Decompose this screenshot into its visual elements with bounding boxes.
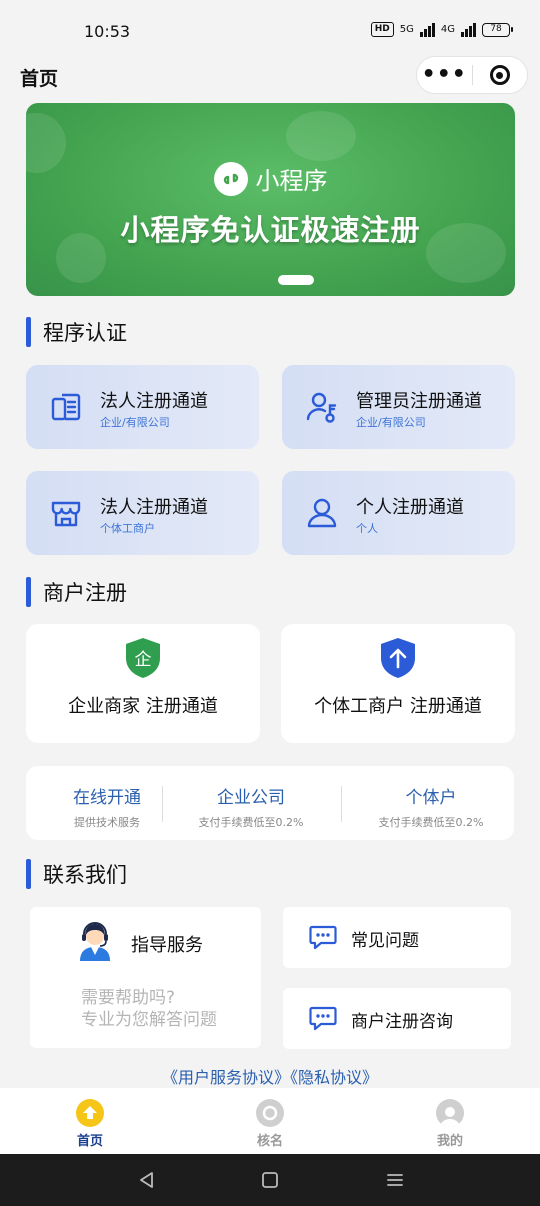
mini-program-logo-icon [213, 161, 248, 196]
target-circle-icon [489, 65, 510, 85]
auth-card-admin-enterprise[interactable]: 管理员注册通道 企业/有限公司 [282, 365, 515, 449]
guide-answer-line: 专业为您解答问题 [81, 1010, 217, 1030]
merchant-card-label: 企业商家 注册通道 [68, 696, 218, 717]
back-triangle-icon[interactable] [136, 1169, 158, 1191]
auth-card-legal-enterprise[interactable]: 法人注册通道 企业/有限公司 [26, 365, 259, 449]
auth-card-subtitle: 企业/有限公司 [100, 416, 170, 429]
auth-card-title: 管理员注册通道 [356, 391, 482, 412]
network-5g-label: 5G [399, 24, 414, 35]
auth-card-title: 法人注册通道 [100, 391, 208, 412]
merchant-consult-card[interactable]: 商户注册咨询 [283, 988, 511, 1049]
tab-label: 我的 [436, 1134, 463, 1149]
merchant-card-label: 个体工商户 注册通道 [314, 696, 482, 717]
section-accent-bar [26, 317, 31, 347]
banner-brand-label: 小程序 [255, 167, 328, 195]
feature-subtitle: 支付手续费低至0.2% [198, 816, 304, 829]
auth-card-subtitle: 个体工商户 [100, 522, 155, 535]
carousel-indicator [278, 275, 314, 285]
guide-service-description: 需要帮助吗? 专业为您解答问题 [81, 987, 217, 1031]
auth-card-subtitle: 企业/有限公司 [356, 416, 426, 429]
section-title-contact: 联系我们 [26, 859, 127, 889]
home-tab-icon [76, 1099, 104, 1127]
section-accent-bar [26, 859, 31, 889]
section-accent-bar [26, 577, 31, 607]
merchant-consult-label: 商户注册咨询 [351, 1012, 453, 1032]
section-title-auth: 程序认证 [26, 317, 127, 347]
auth-card-personal[interactable]: 个人注册通道 个人 [282, 471, 515, 555]
feature-divider [341, 786, 342, 822]
status-bar: 10:53 HD 5G 4G 78 [0, 0, 540, 60]
building-doc-icon [51, 393, 81, 421]
section-title-text: 程序认证 [43, 321, 127, 345]
section-title-merchant: 商户注册 [26, 577, 127, 607]
feature-title: 在线开通 [73, 788, 141, 808]
guide-service-title: 指导服务 [131, 935, 203, 956]
tab-home[interactable]: 首页 [0, 1088, 180, 1154]
auth-card-title: 法人注册通道 [100, 497, 208, 518]
faq-label: 常见问题 [351, 931, 419, 951]
auth-card-legal-individual[interactable]: 法人注册通道 个体工商户 [26, 471, 259, 555]
tab-label: 核名 [256, 1134, 283, 1149]
close-mini-program-button[interactable] [472, 65, 527, 85]
signal-icon [419, 22, 435, 37]
tab-name-check[interactable]: 核名 [180, 1088, 360, 1154]
admin-user-key-icon [306, 392, 337, 423]
mini-program-capsule: ••• [416, 56, 528, 94]
feature-divider [162, 786, 163, 822]
promo-banner[interactable]: 小程序 小程序免认证极速注册 [26, 103, 515, 296]
banner-brand: 小程序 [26, 161, 515, 196]
nav-bar: 首页 ••• [0, 56, 540, 98]
name-check-tab-icon [256, 1099, 284, 1127]
banner-headline: 小程序免认证极速注册 [120, 213, 421, 247]
auth-card-title: 个人注册通道 [356, 497, 464, 518]
faq-card[interactable]: 常见问题 [283, 907, 511, 968]
menu-lines-icon[interactable] [384, 1169, 406, 1191]
feature-title: 企业公司 [217, 788, 285, 808]
green-shield-icon: 企 [126, 638, 160, 678]
feature-subtitle: 支付手续费低至0.2% [378, 816, 484, 829]
section-title-text: 联系我们 [43, 863, 127, 887]
tab-label: 首页 [76, 1134, 103, 1149]
feature-subtitle: 提供技术服务 [74, 816, 140, 829]
auth-card-subtitle: 个人 [356, 522, 378, 535]
chat-bubble-icon [309, 1006, 337, 1031]
home-square-icon[interactable] [259, 1169, 281, 1191]
merchant-card-enterprise[interactable]: 企 企业商家 注册通道 [26, 624, 260, 743]
shop-icon [51, 501, 81, 527]
chat-bubble-icon [309, 925, 337, 950]
agreement-links[interactable]: 《用户服务协议》《隐私协议》 [0, 1064, 540, 1088]
feature-individual: 个体户 支付手续费低至0.2% [350, 766, 512, 840]
signal-icon-2 [461, 22, 476, 37]
hd-badge: HD [370, 22, 394, 37]
section-title-text: 商户注册 [43, 581, 127, 605]
tab-mine[interactable]: 我的 [360, 1088, 540, 1154]
feature-title: 个体户 [405, 788, 457, 808]
network-4g-label: 4G [440, 24, 455, 35]
feature-enterprise: 企业公司 支付手续费低至0.2% [170, 766, 332, 840]
status-icons: HD 5G 4G 78 [370, 22, 513, 37]
battery-icon: 78 [482, 22, 513, 37]
merchant-card-individual[interactable]: 个体工商户 注册通道 [281, 624, 515, 743]
guide-service-card[interactable]: 指导服务 需要帮助吗? 专业为您解答问题 [30, 907, 261, 1048]
customer-service-agent-icon [80, 922, 110, 961]
banner-decoration [286, 111, 356, 161]
profile-tab-icon [436, 1099, 464, 1127]
blue-shield-icon [381, 638, 415, 678]
feature-online: 在线开通 提供技术服务 [26, 766, 188, 840]
shield-badge-text: 企 [135, 650, 152, 670]
status-time: 10:53 [84, 22, 131, 41]
bottom-tab-bar: 首页 核名 我的 [0, 1088, 540, 1154]
person-icon [307, 498, 337, 528]
guide-help-line: 需要帮助吗? [81, 988, 176, 1008]
system-navigation-bar [0, 1154, 540, 1206]
page-title: 首页 [20, 68, 59, 90]
features-strip: 在线开通 提供技术服务 企业公司 支付手续费低至0.2% 个体户 支付手续费低至… [26, 766, 514, 840]
more-menu-button[interactable]: ••• [417, 64, 472, 86]
